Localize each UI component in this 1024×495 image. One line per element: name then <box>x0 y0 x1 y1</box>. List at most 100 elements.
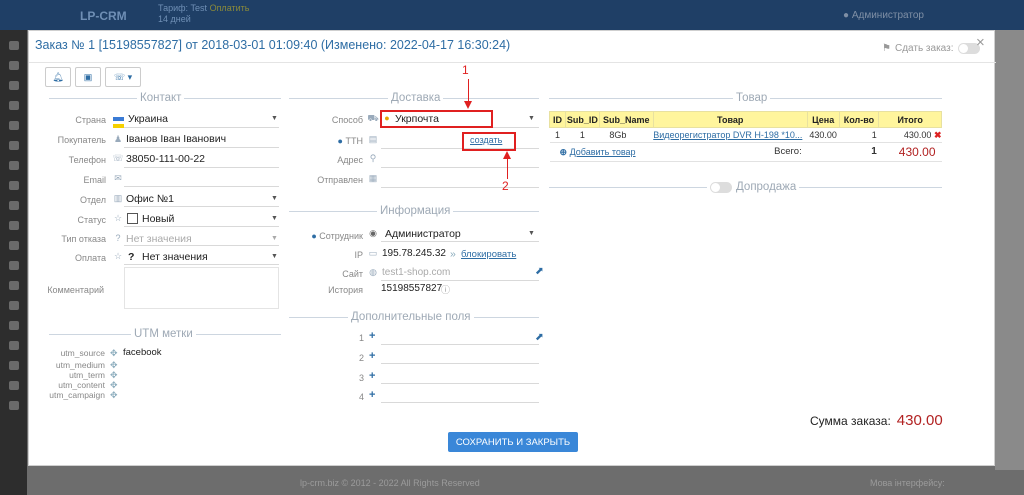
calendar-icon: ▦ <box>368 173 378 183</box>
call-button[interactable]: ☏ ▾ <box>105 67 141 87</box>
highlight-box-2 <box>462 132 516 151</box>
phone-icon: ☏ <box>112 153 124 163</box>
chevron-down-icon: ▼ <box>271 115 278 122</box>
window-button[interactable]: ▣ <box>75 67 101 87</box>
double-chevron-icon: » <box>450 248 456 260</box>
title-divider <box>29 62 996 63</box>
chevron-down-icon: ▼ <box>528 230 535 237</box>
history-value: 15198557827 <box>381 283 443 294</box>
flag-icon: ⚑ <box>882 43 891 54</box>
star-icon: ☆ <box>113 213 123 223</box>
extra-fields-section-header: Дополнительные поля <box>289 311 539 323</box>
table-total-row: ⊕ Добавить товар Всего: 1 430.00 <box>549 142 942 162</box>
plus-icon[interactable]: + <box>369 330 375 342</box>
action-buttons: 🔔︎ ▣ ☏ ▾ <box>45 67 145 87</box>
move-icon: ✥ <box>110 380 118 390</box>
app-header: LP-CRM Тариф: Test Оплатить 14 дней ● Ад… <box>0 0 1024 30</box>
product-link[interactable]: Видеорегистратор DVR H-198 *10... <box>653 130 802 140</box>
goods-table: ID Sub_ID Sub_Name Товар Цена Кол-во Ито… <box>549 111 942 162</box>
window-icon: ▣ <box>83 71 93 82</box>
upsell-toggle[interactable] <box>710 181 732 193</box>
star-icon: ☆ <box>113 251 123 261</box>
upsell-section-header: Допродажа <box>549 181 942 193</box>
app-content-right <box>995 30 1024 470</box>
move-icon: ✥ <box>110 360 118 370</box>
utm-section-header: UTM метки <box>49 328 281 340</box>
user-icon: ♟ <box>113 134 123 144</box>
annotation-1: 1 <box>462 63 469 77</box>
ip-value: 195.78.245.32 <box>382 248 446 259</box>
utm-labels: utm_source utm_medium utm_term utm_conte… <box>49 348 105 400</box>
flag-ua-icon <box>111 113 125 135</box>
pay-badge[interactable]: Оплатить <box>210 3 250 13</box>
move-icon: ✥ <box>110 370 118 380</box>
department-select[interactable]: Офис №1 <box>126 193 174 205</box>
save-and-close-button[interactable]: СОХРАНИТЬ И ЗАКРЫТЬ <box>448 432 578 452</box>
external-link-icon[interactable]: ⬈ <box>535 265 544 277</box>
arrow-2-head <box>503 151 511 159</box>
refuse-type-select[interactable]: Нет значения <box>126 233 192 245</box>
block-ip-link[interactable]: блокировать <box>461 249 516 260</box>
chevron-down-icon: ▼ <box>271 253 278 260</box>
phone-input[interactable]: 38050-111-00-22 <box>126 153 205 165</box>
payment-select[interactable]: Нет значения <box>142 251 208 263</box>
language-label: Мова інтерфейсу: <box>870 478 945 488</box>
truck-icon: ⛟ <box>367 113 379 123</box>
chevron-down-icon: ▼ <box>271 195 278 202</box>
admin-menu[interactable]: ● Администратор <box>843 10 924 21</box>
info-section-header: Информация <box>289 205 539 217</box>
envelope-icon: ✉ <box>114 173 122 183</box>
delivery-section-header: Доставка <box>289 92 539 104</box>
site-value: test1-shop.com <box>382 267 451 278</box>
country-select[interactable]: Украина <box>128 113 168 125</box>
bell-icon: 🔔︎ <box>52 71 64 82</box>
building-icon: ▥ <box>113 193 123 203</box>
map-marker-icon: ⚲ <box>369 153 377 163</box>
app-footer: lp-crm.biz © 2012 - 2022 All Rights Rese… <box>300 478 480 488</box>
bell-button[interactable]: 🔔︎ <box>45 67 71 87</box>
remove-icon[interactable]: ✖ <box>934 130 942 140</box>
external-link-icon[interactable]: ⬈ <box>535 331 544 343</box>
monitor-icon: ▭ <box>368 248 378 258</box>
arrow-1 <box>468 79 469 101</box>
comment-textarea[interactable] <box>124 267 279 309</box>
table-row: 1 1 8Gb Видеорегистратор DVR H-198 *10..… <box>549 127 942 143</box>
plus-icon[interactable]: + <box>369 389 375 401</box>
question-icon: ? <box>128 251 135 263</box>
chevron-down-icon: ▾ <box>127 71 133 82</box>
app-sidebar <box>0 30 27 495</box>
chevron-down-icon: ▼ <box>528 115 535 122</box>
app-logo: LP-CRM <box>80 9 127 23</box>
move-icon: ✥ <box>110 390 118 400</box>
goods-section-header: Товар <box>549 92 942 104</box>
plus-icon[interactable]: + <box>369 370 375 382</box>
order-total: Сумма заказа: 430.00 <box>810 412 943 429</box>
annotation-2: 2 <box>502 179 509 193</box>
hand-over-toggle-row: ⚑ Сдать заказ: <box>882 43 980 54</box>
add-product-link[interactable]: Добавить товар <box>570 147 636 157</box>
close-icon[interactable]: × <box>976 34 985 51</box>
globe-icon: ◍ <box>369 267 377 277</box>
chevron-down-icon: ▼ <box>271 215 278 222</box>
status-color-box <box>127 213 138 224</box>
plus-circle-icon: ⊕ <box>559 146 568 157</box>
arrow-2 <box>507 159 508 179</box>
status-select[interactable]: Новый <box>142 213 174 225</box>
info-icon: ● <box>337 136 343 146</box>
plus-icon[interactable]: + <box>369 350 375 362</box>
utm-source-value: facebook <box>123 347 162 358</box>
modal-title: Заказ № 1 [15198557827] от 2018-03-01 01… <box>35 38 511 52</box>
move-icon: ✥ <box>110 348 118 358</box>
question-circle-icon: ? <box>115 233 121 243</box>
table-header-row: ID Sub_ID Sub_Name Товар Цена Кол-во Ито… <box>549 111 942 128</box>
buyer-input[interactable]: Іванов Іван Іванович <box>126 133 226 145</box>
order-modal: Заказ № 1 [15198557827] от 2018-03-01 01… <box>28 30 996 466</box>
tariff-info: Тариф: Test Оплатить 14 дней <box>158 3 250 24</box>
employee-select[interactable]: Администратор <box>385 228 461 240</box>
phone-icon: ☏ <box>113 71 126 82</box>
highlight-box-1 <box>380 110 493 128</box>
chevron-down-icon: ▼ <box>271 235 278 242</box>
info-circle-icon[interactable]: ⓘ <box>441 283 450 296</box>
document-icon: ▤ <box>368 134 378 144</box>
arrow-1-head <box>464 101 472 109</box>
